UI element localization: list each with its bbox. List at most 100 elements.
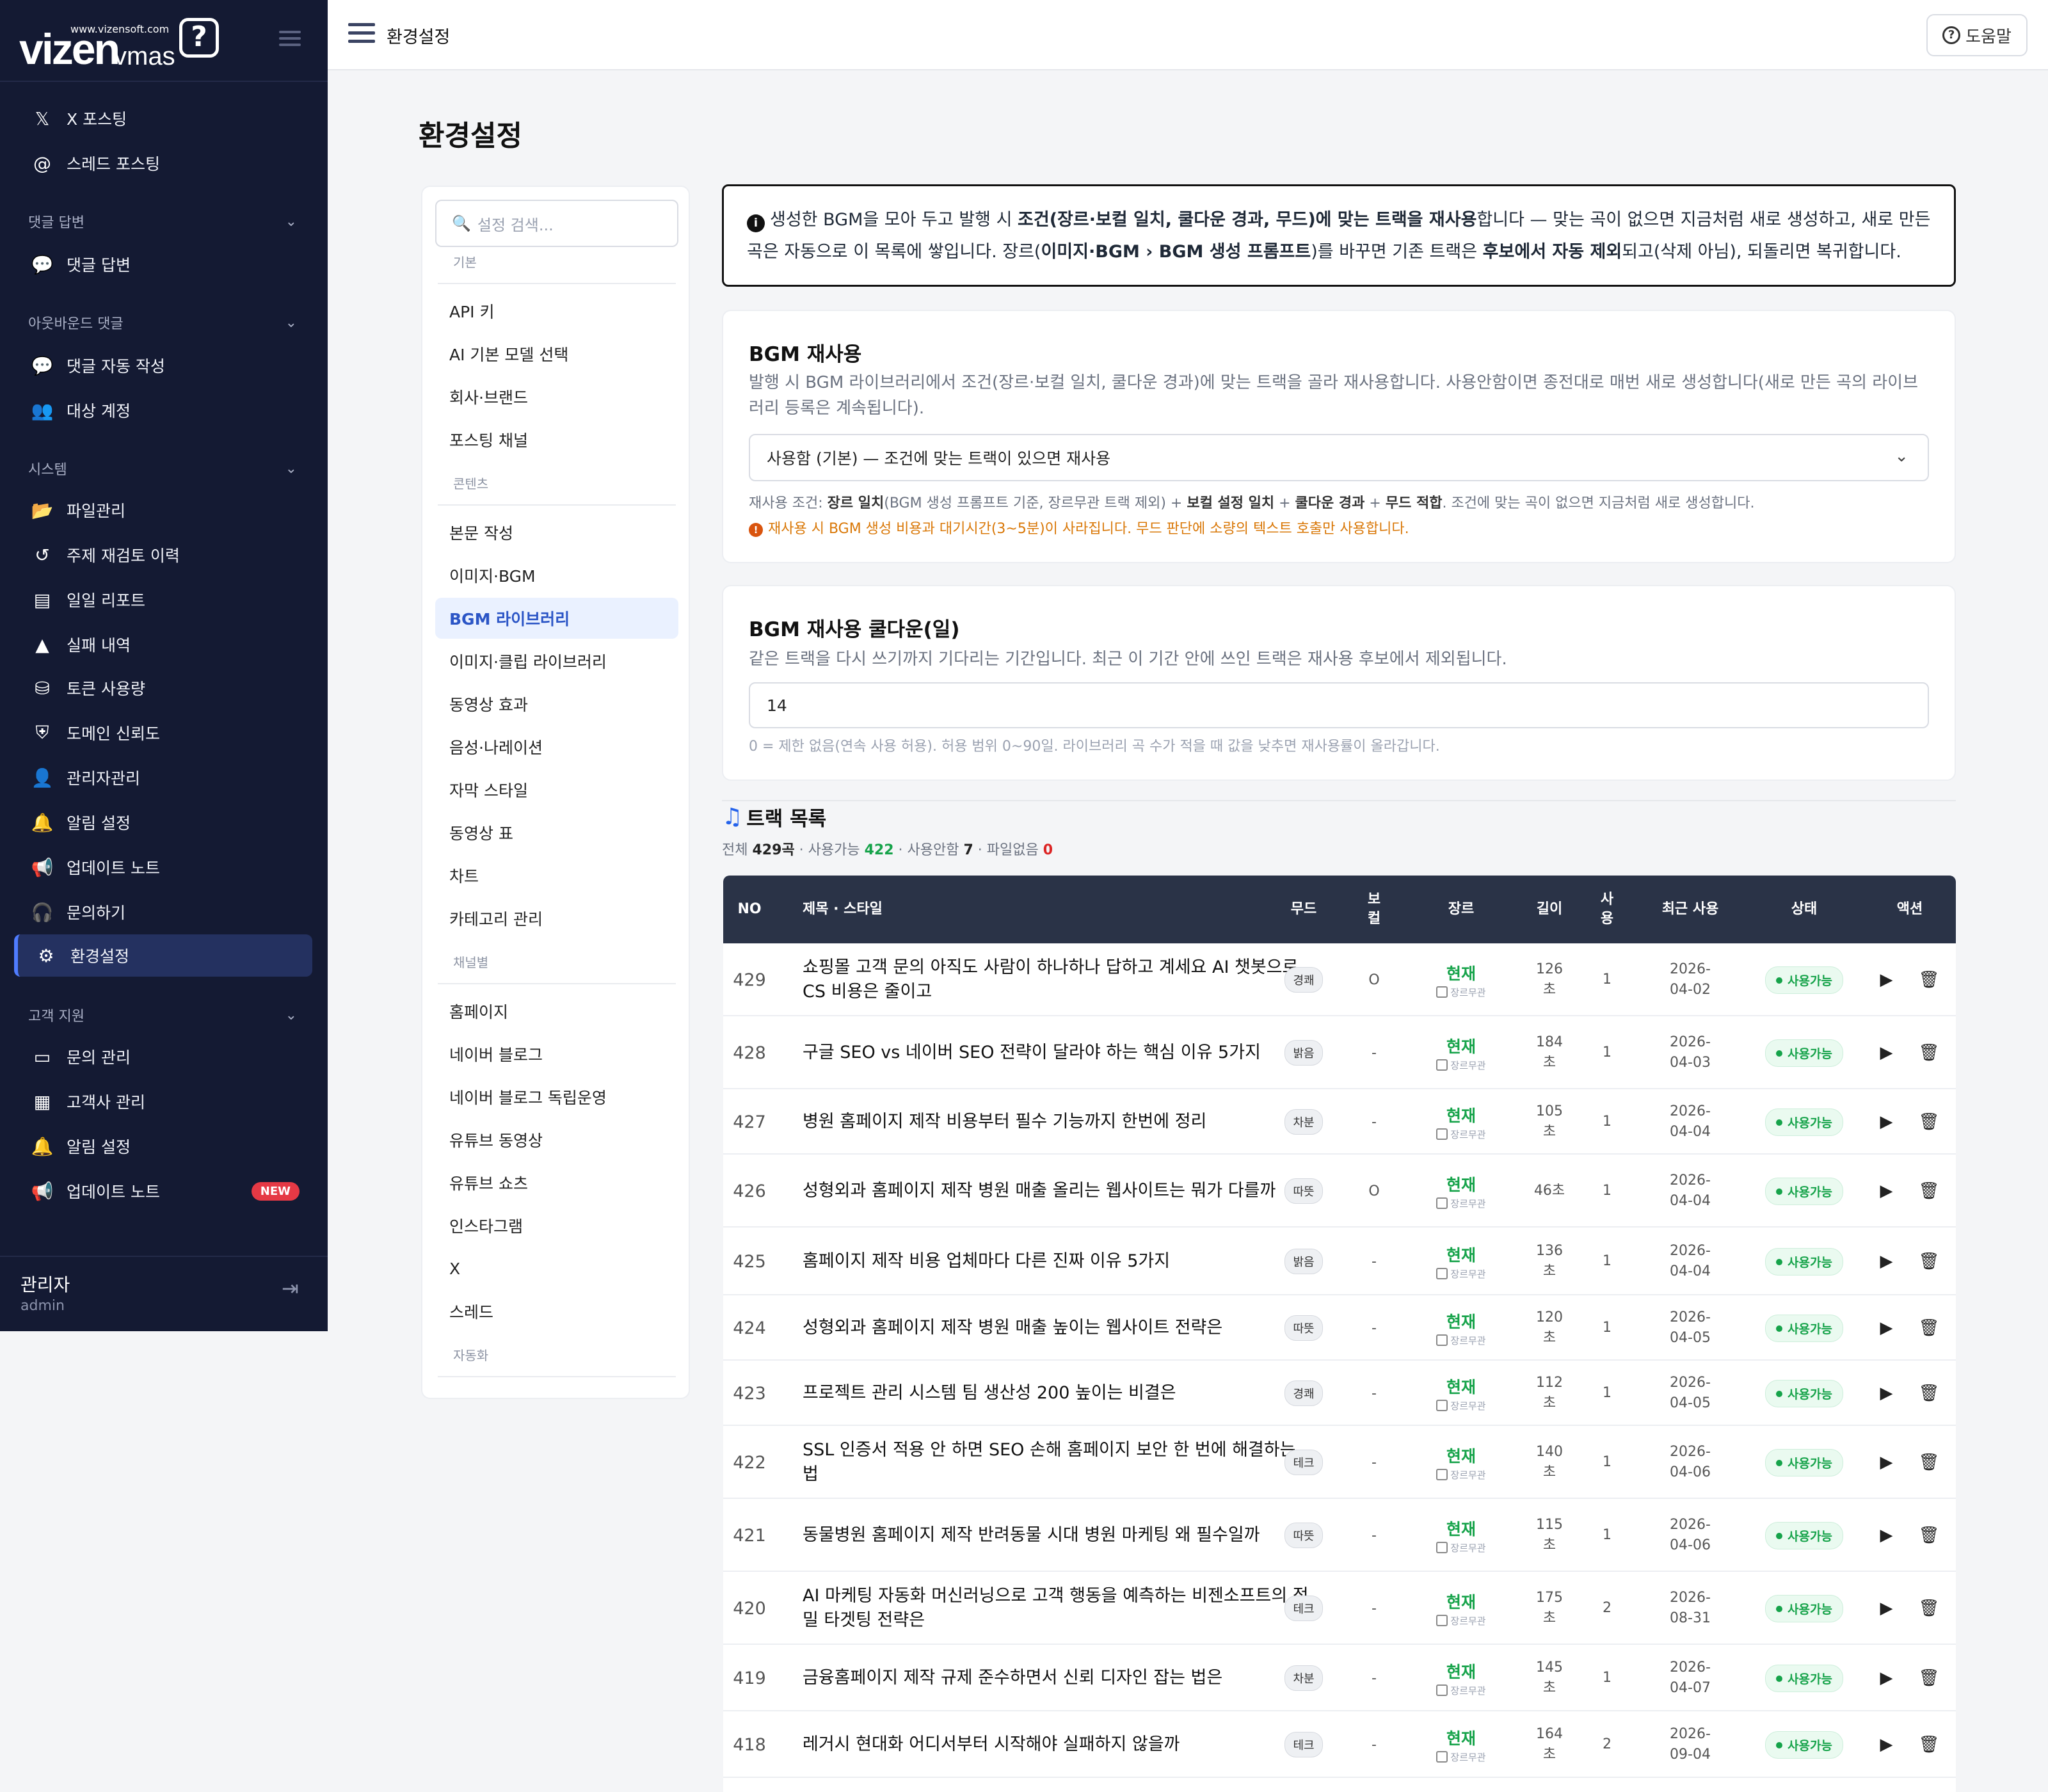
play-icon[interactable]: ▶ — [1880, 970, 1892, 989]
sidebar-section-2[interactable]: 댓글 답변 ⌄ — [28, 209, 297, 234]
trash-icon[interactable]: 🗑 — [1918, 1599, 1939, 1618]
play-icon[interactable]: ▶ — [1880, 1384, 1892, 1403]
bgm-cooldown-input[interactable]: 14 — [749, 682, 1929, 728]
settings-nav-item-9[interactable]: 이미지·클립 라이브러리 — [435, 641, 678, 682]
settings-nav-item-21[interactable]: 유튜브 쇼츠 — [435, 1162, 678, 1203]
settings-nav-item-11[interactable]: 음성·나레이션 — [435, 726, 678, 767]
sidebar-item-15[interactable]: 🔔 알림 설정 — [14, 801, 312, 844]
genre-ignore-checkbox[interactable]: 장르무관 — [1436, 1750, 1486, 1764]
play-icon[interactable]: ▶ — [1880, 1112, 1892, 1132]
settings-nav-item-15[interactable]: 카테고리 관리 — [435, 898, 678, 939]
trash-icon[interactable]: 🗑 — [1918, 1384, 1939, 1403]
trash-icon[interactable]: 🗑 — [1918, 1735, 1939, 1754]
sidebar-item-22[interactable]: 🔔 알림 설정 — [14, 1125, 312, 1167]
genre-ignore-checkbox[interactable]: 장르무관 — [1436, 1267, 1486, 1281]
sidebar-section-19[interactable]: 고객 지원 ⌄ — [28, 1002, 297, 1028]
status-dot — [1776, 1325, 1783, 1332]
settings-nav-item-4[interactable]: 포스팅 채널 — [435, 419, 678, 460]
menu-toggle-button[interactable] — [348, 23, 375, 45]
play-icon[interactable]: ▶ — [1880, 1526, 1892, 1545]
brand-logo[interactable]: www.vizensoft.com vizen vmas ? — [19, 18, 219, 74]
play-icon[interactable]: ▶ — [1880, 1735, 1892, 1754]
settings-nav-item-14[interactable]: 차트 — [435, 855, 678, 896]
sidebar-item-16[interactable]: 📢 업데이트 노트 — [14, 846, 312, 888]
sidebar-item-11[interactable]: ▲ 실패 내역 — [14, 623, 312, 666]
genre-ignore-checkbox[interactable]: 장르무관 — [1436, 1334, 1486, 1347]
sidebar-section-4[interactable]: 아웃바운드 댓글 ⌄ — [28, 310, 297, 335]
sidebar-item-9[interactable]: ↺ 주제 재검토 이력 — [14, 534, 312, 576]
sidebar-item-13[interactable]: ⛨ 도메인 신뢰도 — [14, 712, 312, 754]
track-length: 136 초 — [1536, 1243, 1563, 1279]
sidebar-item-10[interactable]: ▤ 일일 리포트 — [14, 579, 312, 621]
settings-nav-item-22[interactable]: 인스타그램 — [435, 1205, 678, 1246]
settings-nav-item-7[interactable]: 이미지·BGM — [435, 555, 678, 596]
sidebar-item-12[interactable]: ⛁ 토큰 사용량 — [14, 667, 312, 709]
sidebar-item-20[interactable]: ▭ 문의 관리 — [14, 1036, 312, 1078]
genre-ignore-checkbox[interactable]: 장르무관 — [1436, 1197, 1486, 1210]
genre-ignore-checkbox[interactable]: 장르무관 — [1436, 1399, 1486, 1412]
trash-icon[interactable]: 🗑 — [1918, 1318, 1939, 1338]
settings-nav-item-24[interactable]: 스레드 — [435, 1291, 678, 1332]
trash-icon[interactable]: 🗑 — [1918, 970, 1939, 989]
sidebar-item-6[interactable]: 👥 대상 계정 — [14, 389, 312, 431]
track-vocal: - — [1372, 1253, 1377, 1270]
trash-icon[interactable]: 🗑 — [1918, 1252, 1939, 1271]
play-icon[interactable]: ▶ — [1880, 1043, 1892, 1062]
sidebar-item-5[interactable]: 💬 댓글 자동 작성 — [14, 344, 312, 387]
settings-nav-item-17[interactable]: 홈페이지 — [435, 991, 678, 1032]
genre-ignore-checkbox[interactable]: 장르무관 — [1436, 1128, 1486, 1141]
sidebar-item-23[interactable]: 📢 업데이트 노트 NEW — [14, 1170, 312, 1212]
settings-nav-item-2[interactable]: AI 기본 모델 선택 — [435, 333, 678, 374]
table-header-5: 길이 — [1536, 901, 1563, 917]
settings-nav-item-18[interactable]: 네이버 블로그 — [435, 1034, 678, 1075]
settings-nav-item-20[interactable]: 유튜브 동영상 — [435, 1119, 678, 1160]
settings-nav-item-1[interactable]: API 키 — [435, 291, 678, 332]
genre-ignore-checkbox[interactable]: 장르무관 — [1436, 1059, 1486, 1072]
sidebar-item-3[interactable]: 💬 댓글 답변 — [14, 243, 312, 285]
trash-icon[interactable]: 🗑 — [1918, 1526, 1939, 1545]
trash-icon[interactable]: 🗑 — [1918, 1453, 1939, 1472]
play-icon[interactable]: ▶ — [1880, 1599, 1892, 1618]
trash-icon[interactable]: 🗑 — [1918, 1181, 1939, 1201]
bgm-reuse-select[interactable]: 사용함 (기본) — 조건에 맞는 트랙이 있으면 재사용 ⌄ — [749, 434, 1929, 481]
sidebar-item-14[interactable]: 👤 관리자관리 — [14, 756, 312, 799]
genre-ignore-checkbox[interactable]: 장르무관 — [1436, 986, 1486, 999]
settings-nav-item-8[interactable]: BGM 라이브러리 — [435, 598, 678, 639]
settings-nav-item-23[interactable]: X — [435, 1248, 678, 1289]
play-icon[interactable]: ▶ — [1880, 1318, 1892, 1338]
play-icon[interactable]: ▶ — [1880, 1252, 1892, 1271]
genre-ignore-checkbox[interactable]: 장르무관 — [1436, 1684, 1486, 1697]
sidebar-item-17[interactable]: 🎧 문의하기 — [14, 891, 312, 933]
trash-icon[interactable]: 🗑 — [1918, 1043, 1939, 1062]
bgm-reuse-warning: ! 재사용 시 BGM 생성 비용과 대기시간(3~5분)이 사라집니다. 무드 … — [749, 517, 1409, 538]
settings-nav-item-3[interactable]: 회사·브랜드 — [435, 376, 678, 417]
mood-badge: 따뜻 — [1284, 1315, 1323, 1341]
track-no: 418 — [733, 1734, 766, 1755]
genre-ignore-checkbox[interactable]: 장르무관 — [1436, 1541, 1486, 1555]
genre-ignore-label: 장르무관 — [1450, 1128, 1486, 1140]
sidebar-item-21[interactable]: ▦ 고객사 관리 — [14, 1080, 312, 1123]
settings-nav-item-19[interactable]: 네이버 블로그 독립운영 — [435, 1076, 678, 1117]
sidebar-collapse-button[interactable] — [279, 31, 301, 46]
sidebar-section-7[interactable]: 시스템 ⌄ — [28, 456, 297, 481]
sidebar-item-0[interactable]: 𝕏 X 포스팅 — [14, 97, 312, 140]
settings-nav-item-6[interactable]: 본문 작성 — [435, 512, 678, 553]
settings-nav-item-12[interactable]: 자막 스타일 — [435, 769, 678, 810]
logout-icon[interactable]: ⇥ — [282, 1276, 299, 1300]
sidebar-item-8[interactable]: 📂 파일관리 — [14, 489, 312, 531]
genre-ignore-checkbox[interactable]: 장르무관 — [1436, 1614, 1486, 1628]
sidebar-item-label: 토큰 사용량 — [67, 680, 145, 698]
trash-icon[interactable]: 🗑 — [1918, 1112, 1939, 1132]
history-icon: ↺ — [35, 544, 50, 566]
trash-icon[interactable]: 🗑 — [1918, 1668, 1939, 1688]
play-icon[interactable]: ▶ — [1880, 1453, 1892, 1472]
play-icon[interactable]: ▶ — [1880, 1668, 1892, 1688]
play-icon[interactable]: ▶ — [1880, 1181, 1892, 1201]
sidebar-item-18[interactable]: ⚙ 환경설정 — [14, 934, 312, 977]
help-button[interactable]: ? 도움말 — [1926, 14, 2028, 56]
settings-nav-item-10[interactable]: 동영상 효과 — [435, 684, 678, 724]
track-length: 105 초 — [1536, 1103, 1563, 1140]
genre-ignore-checkbox[interactable]: 장르무관 — [1436, 1468, 1486, 1482]
settings-nav-item-13[interactable]: 동영상 표 — [435, 812, 678, 853]
sidebar-item-1[interactable]: @ 스레드 포스팅 — [14, 142, 312, 184]
